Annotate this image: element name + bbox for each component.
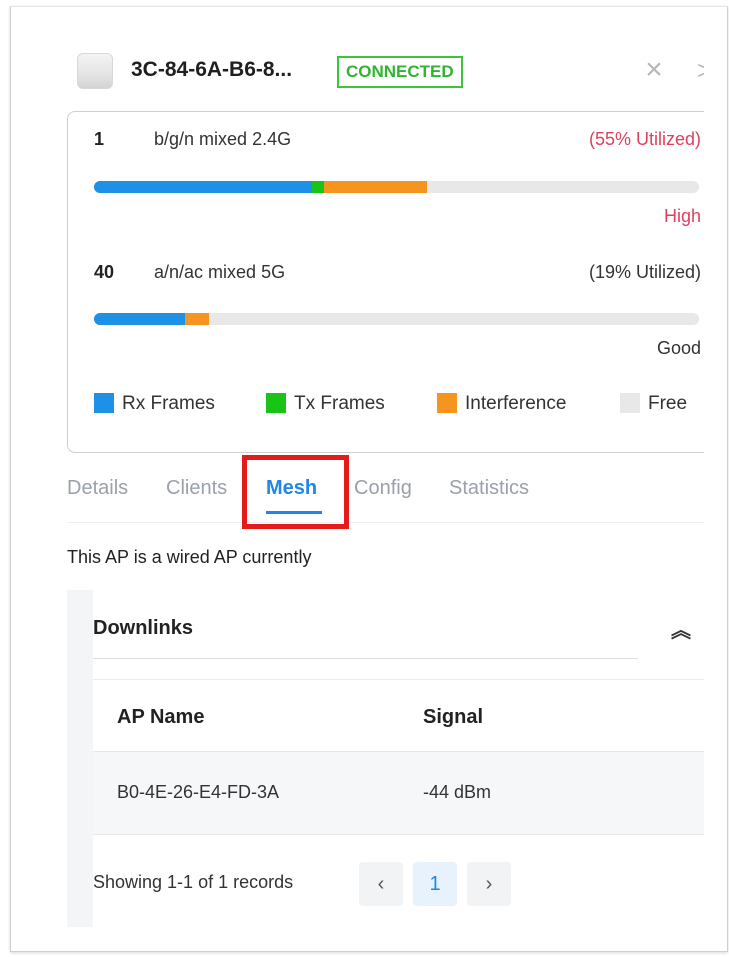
utilization-text: (55% Utilized) bbox=[588, 129, 701, 149]
interference-segment bbox=[323, 181, 427, 193]
legend-label: Rx Frames bbox=[122, 393, 215, 414]
window-frame: 3C-84-6A-B6-8... CONNECTED × > 1 b/g/n m… bbox=[10, 6, 728, 952]
quality-label: High bbox=[663, 206, 701, 226]
radio-mode: b/g/n mixed 2.4G bbox=[154, 129, 292, 149]
legend-interference: Interference bbox=[437, 392, 566, 416]
cell-ap-name: B0-4E-26-E4-FD-3A bbox=[117, 782, 280, 802]
legend-label: Tx Frames bbox=[294, 393, 385, 414]
highlight-box bbox=[242, 455, 349, 529]
column-header-signal[interactable]: Signal bbox=[423, 706, 483, 729]
tab-clients[interactable]: Clients bbox=[166, 477, 227, 500]
downlinks-card: Downlinks ︽ AP Name Signal B0-4E-26-E4-F… bbox=[93, 590, 704, 927]
status-badge: CONNECTED bbox=[337, 56, 463, 88]
rx-frames-segment bbox=[94, 181, 312, 193]
ap-detail-panel: 3C-84-6A-B6-8... CONNECTED × > 1 b/g/n m… bbox=[67, 47, 704, 927]
divider bbox=[93, 658, 638, 659]
legend-swatch bbox=[437, 393, 457, 413]
page-number-button[interactable]: 1 bbox=[413, 862, 457, 906]
pagination-summary: Showing 1-1 of 1 records bbox=[93, 872, 294, 892]
legend-swatch bbox=[620, 393, 640, 413]
table-row[interactable]: B0-4E-26-E4-FD-3A -44 dBm bbox=[93, 751, 704, 835]
cell-signal: -44 dBm bbox=[423, 782, 492, 802]
detail-tabs: Details Clients Mesh Config Statistics bbox=[67, 477, 704, 523]
radio-channel: 40 bbox=[94, 262, 115, 282]
chevron-right-icon[interactable]: › bbox=[467, 862, 511, 906]
collapse-icon[interactable]: ︽ bbox=[671, 614, 691, 643]
tab-config[interactable]: Config bbox=[354, 477, 412, 500]
tab-details[interactable]: Details bbox=[67, 477, 128, 500]
tab-statistics[interactable]: Statistics bbox=[449, 477, 529, 500]
utilization-bar bbox=[94, 181, 699, 193]
chevron-left-icon[interactable]: ‹ bbox=[359, 862, 403, 906]
downlinks-title: Downlinks bbox=[93, 617, 194, 639]
utilization-text: (19% Utilized) bbox=[588, 262, 701, 282]
access-point-icon bbox=[77, 53, 113, 89]
pagination: Showing 1-1 of 1 records ‹ 1 › bbox=[93, 862, 704, 906]
utilization-legend: Rx Frames Tx Frames Interference Free bbox=[94, 392, 704, 416]
panel-header: 3C-84-6A-B6-8... CONNECTED × > bbox=[67, 47, 704, 102]
legend-swatch bbox=[94, 393, 114, 413]
quality-label: Good bbox=[656, 338, 701, 358]
column-header-ap-name[interactable]: AP Name bbox=[117, 706, 204, 729]
legend-swatch bbox=[266, 393, 286, 413]
radio-channel: 1 bbox=[94, 129, 105, 149]
mesh-status-message: This AP is a wired AP currently bbox=[67, 547, 312, 567]
ap-name-title: 3C-84-6A-B6-8... bbox=[131, 58, 293, 81]
rx-frames-segment bbox=[94, 313, 185, 325]
tabs-divider bbox=[67, 522, 704, 523]
radio-utilization-card: 1 b/g/n mixed 2.4G (55% Utilized) High 4… bbox=[67, 111, 704, 453]
legend-tx-frames: Tx Frames bbox=[266, 392, 385, 416]
interference-segment bbox=[184, 313, 209, 325]
radio-mode: a/n/ac mixed 5G bbox=[154, 262, 286, 282]
radio-row-5g: 40 a/n/ac mixed 5G bbox=[94, 262, 285, 283]
table-header: AP Name Signal bbox=[93, 679, 704, 752]
close-icon[interactable]: × bbox=[640, 55, 668, 85]
legend-rx-frames: Rx Frames bbox=[94, 392, 215, 416]
tx-frames-segment bbox=[311, 181, 324, 193]
legend-label: Interference bbox=[465, 393, 567, 414]
chevron-right-icon[interactable]: > bbox=[697, 56, 704, 84]
utilization-bar bbox=[94, 313, 699, 325]
legend-label: Free bbox=[648, 393, 688, 414]
downlinks-section: Downlinks ︽ AP Name Signal B0-4E-26-E4-F… bbox=[67, 590, 704, 927]
legend-free: Free bbox=[620, 392, 687, 416]
radio-row-2g: 1 b/g/n mixed 2.4G bbox=[94, 129, 291, 150]
